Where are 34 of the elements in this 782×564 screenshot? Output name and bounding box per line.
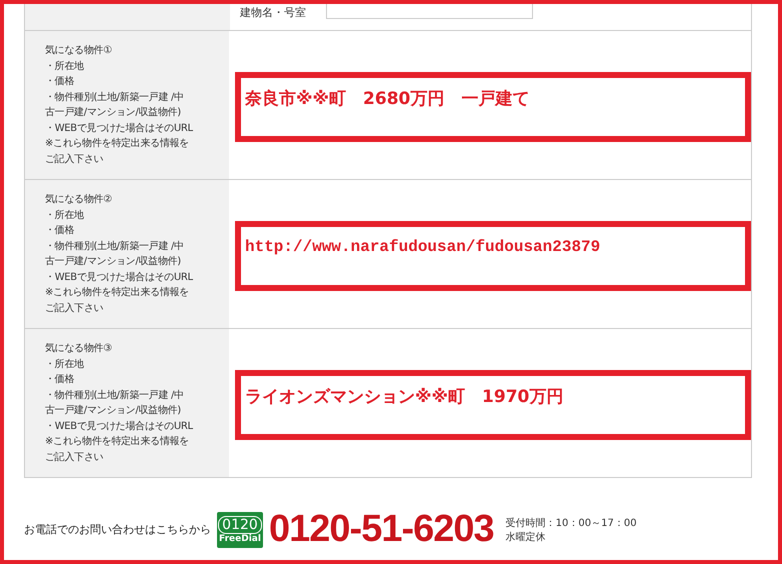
label-text: ご記入下さい bbox=[45, 302, 104, 316]
label-text: 古一戸建/マンション/収益物件) bbox=[45, 254, 182, 269]
field-label: 建物名・号室 bbox=[240, 5, 306, 20]
label-text: 気になる物件② bbox=[45, 193, 113, 207]
label-text: 古一戸建/マンション/収益物件) bbox=[45, 404, 182, 418]
label-text: ・WEBで見つけた場合はそのURL bbox=[45, 420, 194, 434]
label-text: ・物件種別(土地/新築一戸建 /中 bbox=[45, 90, 185, 104]
label-text: ※これら物件を特定出来る情報を bbox=[45, 286, 190, 300]
label-text: ご記入下さい bbox=[45, 450, 104, 464]
freedial-logo: 0120 FreeDial bbox=[217, 512, 263, 548]
label-text: ・価格 bbox=[45, 224, 76, 238]
answer-box[interactable]: 奈良市※※町 2680万円 一戸建て bbox=[235, 72, 751, 142]
label-text: ・WEBで見つけた場合はそのURL bbox=[45, 122, 194, 136]
label-text: ・価格 bbox=[45, 74, 76, 89]
label-text: 古一戸建/マンション/収益物件) bbox=[45, 106, 182, 120]
label-text: ・所在地 bbox=[45, 358, 85, 372]
label-text: ご記入下さい bbox=[45, 152, 104, 166]
label-text: ※これら物件を特定出来る情報を bbox=[45, 434, 190, 449]
phone-number: 0120-51-6203 bbox=[269, 508, 494, 551]
answer-box[interactable]: http://www.narafudousan/fudousan23879 bbox=[235, 221, 751, 291]
label-text: ・WEBで見つけた場合はそのURL bbox=[45, 270, 194, 284]
label-text: ※これら物件を特定出来る情報を bbox=[45, 136, 190, 151]
contact-text: お電話でのお問い合わせはこちらから bbox=[24, 522, 211, 537]
label-text: ・物件種別(土地/新築一戸建 /中 bbox=[45, 388, 185, 402]
label-text: ・所在地 bbox=[45, 208, 85, 222]
hours-text: 受付時間：10：00～17：00 bbox=[506, 516, 637, 530]
closed-text: 水曜定休 bbox=[506, 530, 547, 544]
label-text: ・価格 bbox=[45, 372, 76, 387]
label-text: ・物件種別(土地/新築一戸建 /中 bbox=[45, 240, 185, 254]
label-text: ・所在地 bbox=[45, 60, 85, 74]
answer-box[interactable]: ライオンズマンション※※町 1970万円 bbox=[235, 370, 751, 440]
input-field[interactable] bbox=[326, 4, 533, 19]
label-text: 気になる物件① bbox=[45, 44, 113, 58]
label-text: 気になる物件③ bbox=[45, 342, 113, 356]
